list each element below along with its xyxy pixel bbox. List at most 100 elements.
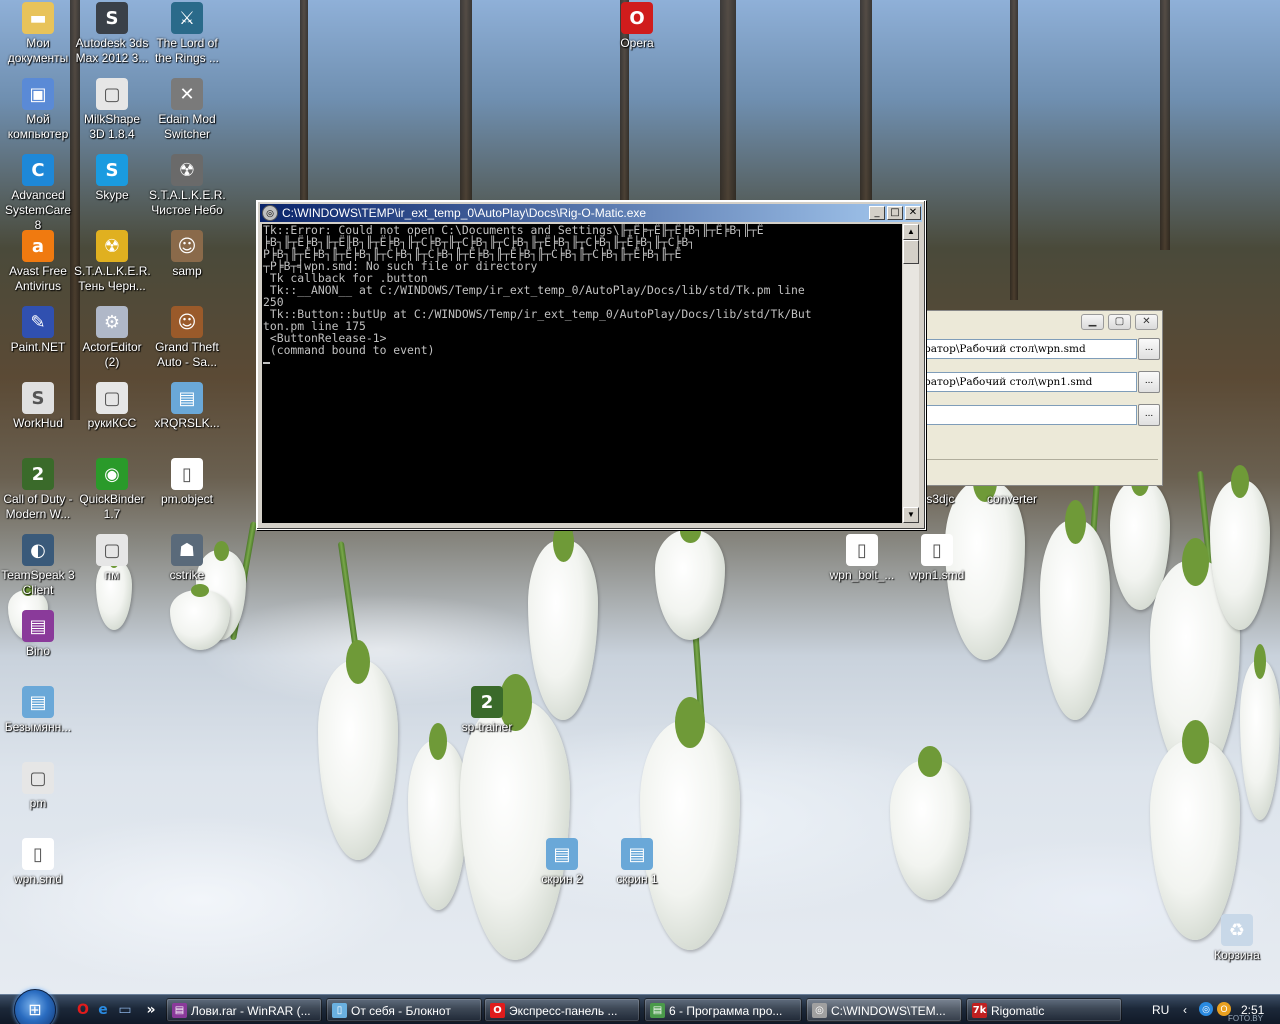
desktop-icon[interactable]: ⚙ ActorEditor (2) xyxy=(74,306,150,370)
document-icon: ▯ xyxy=(22,838,54,870)
desktop-icon[interactable]: ▬ Мои документы xyxy=(0,2,76,66)
taskbar-button[interactable]: O Экспресс-панель ... xyxy=(484,998,640,1022)
desktop-icon[interactable]: ☢ S.T.A.L.K.E.R. Тень Черн... xyxy=(74,230,151,294)
taskbar-button[interactable]: ▤ 6 - Программа про... xyxy=(644,998,802,1022)
chevron-right-icon[interactable]: » xyxy=(142,1001,160,1019)
desktop-icon[interactable]: ▤ Безымянн... xyxy=(0,686,76,735)
output-file-field[interactable]: ратор\Рабочий стол\wpn1.smd xyxy=(924,372,1137,392)
desktop-icon[interactable]: ◐ TeamSpeak 3 Client xyxy=(0,534,76,598)
desktop-icon[interactable]: S Skype xyxy=(74,154,150,203)
scroll-down-icon[interactable]: ▼ xyxy=(903,507,919,523)
desktop-icon-label: Paint.NET xyxy=(10,340,66,354)
milkshape-icon: ▢ xyxy=(96,78,128,110)
browse-button[interactable]: ... xyxy=(1138,404,1160,426)
desktop-icon-label: sp-trainer xyxy=(461,720,513,734)
image-file-icon: ▤ xyxy=(621,838,653,870)
maximize-button[interactable]: □ xyxy=(887,206,903,220)
sword-icon: ✕ xyxy=(171,78,203,110)
desktop-icon[interactable]: S Autodesk 3ds Max 2012 3... xyxy=(74,2,150,66)
folder-icon: ▬ xyxy=(22,2,54,34)
snowdrop-flower xyxy=(408,723,468,910)
desktop-icon[interactable]: ▤ Bino xyxy=(0,610,76,659)
show-desktop-icon[interactable]: ▭ xyxy=(116,1001,134,1019)
start-button[interactable]: ⊞ xyxy=(14,989,56,1024)
desktop-icon-label: Grand Theft Auto - Sa... xyxy=(155,340,219,369)
desktop-icon[interactable]: ☺ Grand Theft Auto - Sa... xyxy=(149,306,225,370)
chevron-left-icon[interactable]: ‹ xyxy=(1183,998,1187,1022)
desktop-icon-label: пм xyxy=(104,568,120,582)
desktop-icon[interactable]: ▣ Мой компьютер xyxy=(0,78,76,142)
desktop-icon[interactable]: a Avast Free Antivirus xyxy=(0,230,76,294)
taskbar-button[interactable]: 7k Rigomatic xyxy=(966,998,1122,1022)
paintnet-icon: ✎ xyxy=(22,306,54,338)
desktop-icon-label: Skype xyxy=(95,188,129,202)
desktop-icon[interactable]: ♻ Корзина xyxy=(1199,914,1275,963)
desktop-icon-label: samp xyxy=(172,264,202,278)
desktop-icon[interactable]: ▯ wpn1.smd xyxy=(899,534,975,583)
console-app-icon[interactable]: ◎ xyxy=(262,205,278,221)
desktop-icon-label: The Lord of the Rings ... xyxy=(154,36,220,65)
desktop-icon[interactable]: ▯ pm.object xyxy=(149,458,225,507)
desktop-icon-label: wpn.smd xyxy=(13,872,63,886)
desktop-icon-label: Autodesk 3ds Max 2012 3... xyxy=(75,36,149,65)
taskbar-button-label: Экспресс-панель ... xyxy=(509,1004,618,1018)
scroll-thumb[interactable] xyxy=(903,240,919,264)
console-text: Tk::Error: Could not open C:\Documents a… xyxy=(262,224,902,368)
desktop-icon-label: Мой компьютер xyxy=(7,112,69,141)
desktop-icon[interactable]: ▤ скрин 1 xyxy=(599,838,675,887)
opera-icon[interactable]: O xyxy=(74,1001,92,1019)
desktop-icon[interactable]: ✕ Edain Mod Switcher xyxy=(149,78,225,142)
desktop-icon[interactable]: C Advanced SystemCare 8 xyxy=(0,154,76,233)
tree-trunk xyxy=(1160,0,1170,250)
console-output[interactable]: Tk::Error: Could not open C:\Documents a… xyxy=(262,224,902,523)
extra-file-field[interactable] xyxy=(924,405,1137,425)
browse-button[interactable]: ... xyxy=(1138,371,1160,393)
lotr-game-icon: ⚔ xyxy=(171,2,203,34)
stalker-icon: ☢ xyxy=(171,154,203,186)
desktop-icon[interactable]: ☗ cstrike xyxy=(149,534,225,583)
desktop-icon[interactable]: ▢ пм xyxy=(74,534,150,583)
minimize-button[interactable]: _ xyxy=(869,206,885,220)
maximize-button[interactable]: ▢ xyxy=(1108,314,1131,330)
desktop-icon[interactable]: ✎ Paint.NET xyxy=(0,306,76,355)
desktop-icon[interactable]: ▤ скрин 2 xyxy=(524,838,600,887)
desktop-icon[interactable]: ▢ pm xyxy=(0,762,76,811)
console-window[interactable]: ◎ C:\WINDOWS\TEMP\ir_ext_temp_0\AutoPlay… xyxy=(256,200,926,530)
document-icon: ▯ xyxy=(171,458,203,490)
console-titlebar[interactable]: ◎ C:\WINDOWS\TEMP\ir_ext_temp_0\AutoPlay… xyxy=(260,204,922,222)
rigomatic-window[interactable]: ▁ ▢ ✕ ратор\Рабочий стол\wpn.smd ... рат… xyxy=(924,310,1163,486)
taskbar-button[interactable]: ▯ От себя - Блокнот xyxy=(326,998,482,1022)
rigomatic-status-area xyxy=(924,459,1158,480)
winrar-icon: ▤ xyxy=(22,610,54,642)
desktop-icon[interactable]: ▢ рукиКСС xyxy=(74,382,150,431)
close-button[interactable]: ✕ xyxy=(1135,314,1158,330)
desktop-icon[interactable]: O Opera xyxy=(599,2,675,51)
desktop-icon[interactable]: ▤ xRQRSLK... xyxy=(149,382,225,431)
milkshape-file-icon: ▢ xyxy=(22,762,54,794)
cod-icon: 2 xyxy=(471,686,503,718)
desktop-icon[interactable]: ▯ wpn.smd xyxy=(0,838,76,887)
internet-explorer-icon[interactable]: e xyxy=(94,1001,112,1019)
desktop-icon[interactable]: ▢ MilkShape 3D 1.8.4 xyxy=(74,78,150,142)
vertical-scrollbar[interactable]: ▲ ▼ xyxy=(903,224,919,523)
language-indicator[interactable]: RU xyxy=(1152,998,1169,1022)
close-button[interactable]: ✕ xyxy=(905,206,921,220)
snowdrop-flower xyxy=(528,522,598,720)
desktop-icon[interactable]: ☺ samp xyxy=(149,230,225,279)
network-icon[interactable]: ◎ xyxy=(1199,1002,1213,1016)
desktop-icon[interactable]: 2 sp-trainer xyxy=(449,686,525,735)
desktop-icon[interactable]: ▯ wpn_bolt_... xyxy=(824,534,900,583)
taskbar-button[interactable]: ◎ C:\WINDOWS\TEM... xyxy=(806,998,962,1022)
avast-icon: a xyxy=(22,230,54,262)
desktop-icon[interactable]: ☢ S.T.A.L.K.E.R. Чистое Небо xyxy=(149,154,226,218)
desktop-icon[interactable]: ⚔ The Lord of the Rings ... xyxy=(149,2,225,66)
browse-button[interactable]: ... xyxy=(1138,338,1160,360)
desktop-icon[interactable]: ◉ QuickBinder 1.7 xyxy=(74,458,150,522)
taskbar-button-label: От себя - Блокнот xyxy=(351,1004,451,1018)
input-file-field[interactable]: ратор\Рабочий стол\wpn.smd xyxy=(924,339,1137,359)
desktop-icon[interactable]: 2 Call of Duty - Modern W... xyxy=(0,458,76,522)
desktop-icon[interactable]: S WorkHud xyxy=(0,382,76,431)
minimize-button[interactable]: ▁ xyxy=(1081,314,1104,330)
scroll-up-icon[interactable]: ▲ xyxy=(903,224,919,240)
taskbar-button[interactable]: ▤ Лови.rar - WinRAR (... xyxy=(166,998,322,1022)
